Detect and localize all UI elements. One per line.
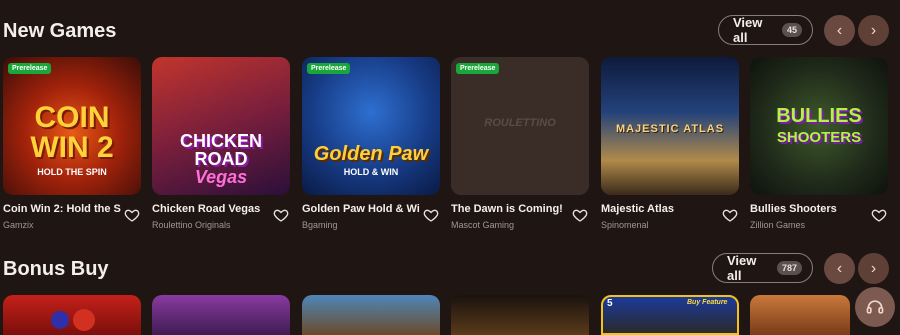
game-provider: Gamzix bbox=[3, 220, 34, 230]
headset-icon bbox=[866, 300, 884, 314]
prerelease-badge: Prerelease bbox=[456, 63, 500, 74]
prerelease-badge: Prerelease bbox=[8, 63, 52, 74]
chevron-left-icon: ‹ bbox=[836, 21, 843, 39]
heart-icon[interactable] bbox=[423, 207, 439, 223]
new-games-prev-button[interactable]: ‹ bbox=[824, 15, 855, 46]
bonus-buy-header: Bonus Buy View all 787 ‹ › bbox=[0, 250, 900, 290]
bonus-art-buy-feature: Buy Feature bbox=[687, 299, 728, 306]
bonus-game-thumbnail[interactable] bbox=[451, 295, 589, 335]
bonus-buy-view-all-button[interactable]: View all 787 bbox=[712, 253, 813, 283]
game-provider: Roulettino Originals bbox=[152, 220, 231, 230]
new-games-count-badge: 45 bbox=[781, 23, 802, 37]
game-provider: Bgaming bbox=[302, 220, 338, 230]
game-art-text: COIN bbox=[34, 101, 110, 134]
chevron-right-icon: › bbox=[870, 259, 877, 277]
view-all-label: View all bbox=[733, 15, 763, 45]
game-title[interactable]: Coin Win 2: Hold the S... bbox=[3, 203, 121, 215]
game-thumbnail[interactable]: BULLIES SHOOTERS bbox=[750, 57, 888, 195]
heart-icon[interactable] bbox=[871, 207, 887, 223]
new-games-title: New Games bbox=[3, 20, 117, 42]
game-title[interactable]: Majestic Atlas bbox=[601, 203, 719, 215]
game-art-text: HOLD THE SPIN bbox=[37, 167, 107, 177]
support-chat-button[interactable] bbox=[855, 287, 895, 327]
heart-icon[interactable] bbox=[124, 207, 140, 223]
bonus-game-thumbnail[interactable]: 5 Buy Feature bbox=[601, 295, 739, 335]
heart-icon[interactable] bbox=[722, 207, 738, 223]
heart-icon[interactable] bbox=[273, 207, 289, 223]
game-thumbnail[interactable]: Prerelease ROULETTINO bbox=[451, 57, 589, 195]
bonus-game-thumbnail[interactable] bbox=[152, 295, 290, 335]
bonus-game-thumbnail[interactable] bbox=[3, 295, 141, 335]
bonus-art-number: 5 bbox=[607, 298, 613, 309]
prerelease-badge: Prerelease bbox=[307, 63, 351, 74]
game-thumbnail[interactable]: CHICKEN ROAD Vegas bbox=[152, 57, 290, 195]
game-art-text: Golden Paw bbox=[313, 143, 429, 165]
game-thumbnail[interactable]: MAJESTIC ATLAS bbox=[601, 57, 739, 195]
game-thumbnail[interactable]: Prerelease COIN WIN 2 HOLD THE SPIN bbox=[3, 57, 141, 195]
game-title[interactable]: Chicken Road Vegas bbox=[152, 203, 270, 215]
game-logo-placeholder: ROULETTINO bbox=[484, 117, 556, 129]
game-art-text: SHOOTERS bbox=[776, 129, 862, 146]
game-title[interactable]: Bullies Shooters bbox=[750, 203, 868, 215]
new-games-header: New Games View all 45 ‹ › bbox=[0, 12, 900, 52]
game-title[interactable]: Golden Paw Hold & Win bbox=[302, 203, 420, 215]
new-games-view-all-button[interactable]: View all 45 bbox=[718, 15, 813, 45]
game-provider: Mascot Gaming bbox=[451, 220, 515, 230]
chevron-right-icon: › bbox=[870, 21, 877, 39]
game-art-text: Vegas bbox=[194, 167, 248, 187]
bonus-game-thumbnail[interactable] bbox=[750, 295, 850, 335]
bonus-buy-title: Bonus Buy bbox=[3, 258, 109, 280]
game-provider: Zillion Games bbox=[750, 220, 806, 230]
game-provider: Spinomenal bbox=[601, 220, 649, 230]
view-all-label: View all bbox=[727, 253, 757, 283]
bonus-buy-next-button[interactable]: › bbox=[858, 253, 889, 284]
heart-icon[interactable] bbox=[572, 207, 588, 223]
game-art-text: MAJESTIC ATLAS bbox=[615, 123, 725, 135]
bonus-game-thumbnail[interactable] bbox=[302, 295, 440, 335]
chevron-left-icon: ‹ bbox=[836, 259, 843, 277]
game-thumbnail[interactable]: Prerelease Golden Paw HOLD & WIN bbox=[302, 57, 440, 195]
game-title[interactable]: The Dawn is Coming! bbox=[451, 203, 569, 215]
bonus-buy-count-badge: 787 bbox=[776, 261, 802, 275]
bonus-buy-prev-button[interactable]: ‹ bbox=[824, 253, 855, 284]
new-games-next-button[interactable]: › bbox=[858, 15, 889, 46]
game-art-text: HOLD & WIN bbox=[343, 167, 399, 177]
game-art-text: WIN 2 bbox=[30, 131, 114, 164]
game-art-text: BULLIES bbox=[776, 105, 862, 127]
